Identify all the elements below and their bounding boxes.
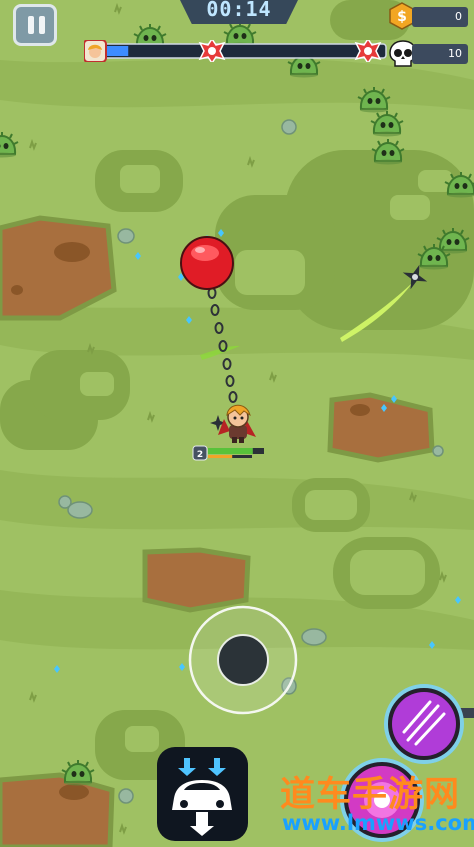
virtual-joystick[interactable] — [188, 605, 298, 715]
player-health-bar — [208, 448, 253, 454]
joystick-knob — [217, 634, 269, 686]
pause-icon — [28, 16, 34, 34]
watermark-url: www.lmwws.com — [282, 811, 474, 835]
kill-counter: 10 — [412, 44, 468, 64]
flail-ball — [180, 236, 234, 290]
wave-progress-bar — [84, 40, 387, 62]
pause-button[interactable] — [13, 4, 57, 46]
player-xp-bar — [208, 455, 233, 458]
coin-counter: 0 — [412, 7, 468, 27]
boss-marker-icon — [354, 40, 382, 62]
wave-progress-fill — [106, 46, 129, 56]
timer-text: 00:14 — [206, 0, 272, 21]
player-level: 2 — [197, 450, 203, 460]
watermark-text: 道车手游网 — [280, 775, 461, 815]
boss-marker-icon — [198, 40, 226, 62]
drive-skill-button[interactable] — [156, 746, 249, 842]
timer-panel: 00:14 — [180, 0, 298, 24]
svg-text:$: $ — [397, 9, 407, 25]
